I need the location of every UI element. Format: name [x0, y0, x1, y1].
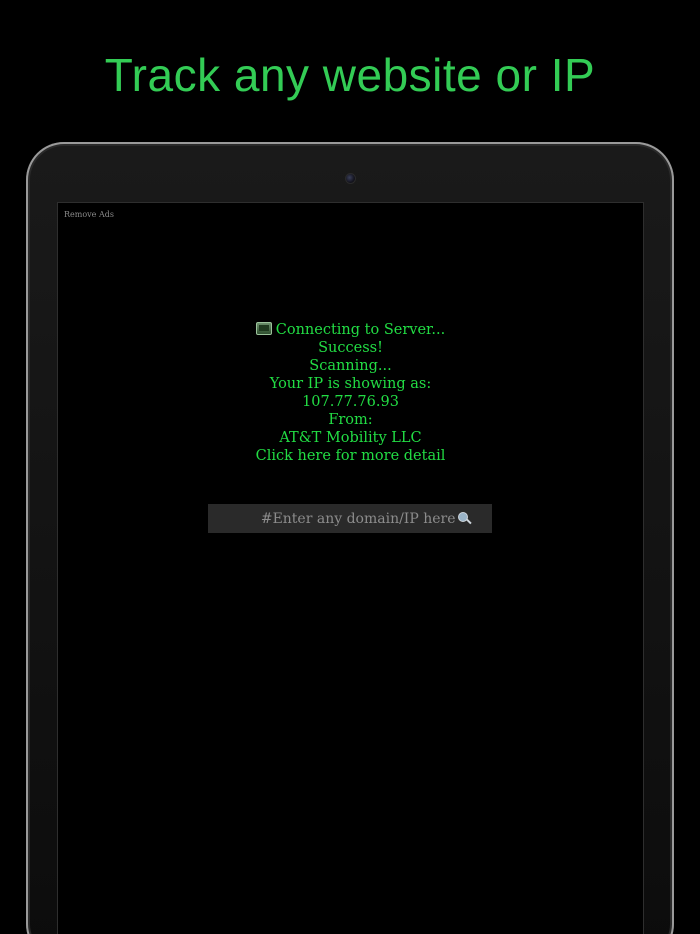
domain-ip-search-input[interactable] [230, 510, 456, 527]
magnifier-handle [465, 518, 472, 524]
promo-headline: Track any website or IP [104, 49, 596, 101]
isp-name: AT&T Mobility LLC [279, 430, 422, 446]
search-field-container[interactable] [208, 504, 492, 533]
connecting-line: Connecting to Server... [58, 321, 643, 339]
scanning-text: Scanning... [309, 358, 392, 374]
remove-ads-button[interactable]: Remove Ads [64, 210, 114, 219]
ip-label: Your IP is showing as: [269, 376, 432, 392]
computer-icon [255, 322, 272, 335]
ip-value: 107.77.76.93 [302, 394, 399, 410]
from-label: From: [328, 412, 373, 428]
connecting-text: Connecting to Server... [275, 322, 446, 338]
app-screen: Remove Ads Connecting to Server... Succe… [57, 202, 644, 934]
magnifier-icon [457, 511, 472, 526]
front-camera [345, 173, 356, 184]
app-store-screenshot: Track any website or IP Remove Ads Conne… [0, 0, 700, 934]
success-text: Success! [318, 340, 383, 356]
more-detail-link[interactable]: Click here for more detail [58, 447, 643, 465]
status-console: Connecting to Server... Success! Scannin… [58, 321, 643, 465]
